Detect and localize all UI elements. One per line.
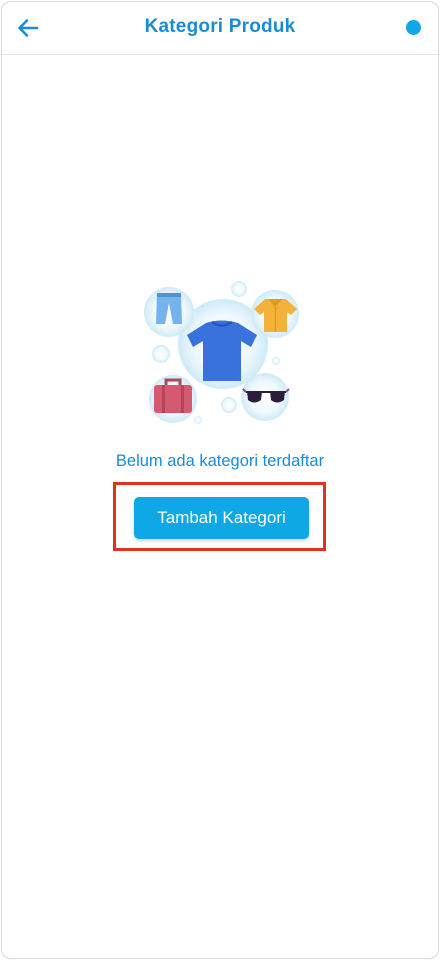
page-title: Kategori Produk xyxy=(144,16,296,37)
empty-state-message: Belum ada kategori terdaftar xyxy=(115,452,325,470)
empty-category-illustration xyxy=(144,281,299,424)
add-category-button[interactable]: Tambah Kategori xyxy=(134,497,309,539)
status-dot xyxy=(406,20,421,35)
phone-screen: Kategori Produk Belum ada kategori terda… xyxy=(1,1,439,959)
app-bar: Kategori Produk xyxy=(2,2,438,55)
